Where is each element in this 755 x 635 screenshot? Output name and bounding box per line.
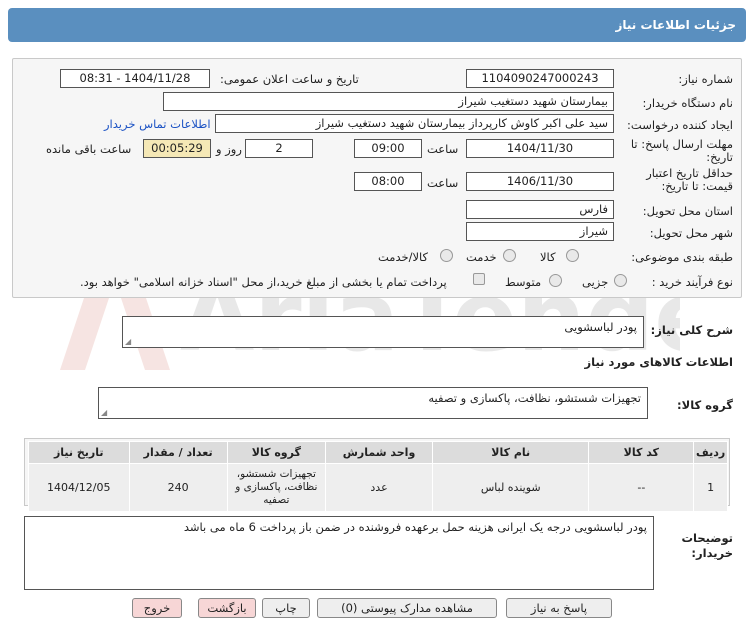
days-and-label: روز و: [216, 142, 242, 156]
cell-unit: عدد: [324, 463, 434, 512]
creator-label: ایجاد کننده درخواست:: [627, 118, 733, 132]
remaining-time-field: 00:05:29: [143, 139, 211, 158]
goods-group-label: گروه کالا:: [677, 398, 733, 412]
remaining-time-label: ساعت باقی مانده: [46, 142, 132, 156]
province-field: فارس: [466, 200, 614, 219]
province-label: استان محل تحویل:: [642, 204, 733, 218]
category-option-goods: کالا: [540, 250, 556, 264]
category-label: طبقه بندی موضوعی:: [631, 250, 733, 264]
buyer-notes-label: توضیحات خریدار:: [681, 531, 734, 560]
category-radio-service[interactable]: [503, 249, 516, 262]
cell-row: 1: [693, 463, 728, 512]
summary-field: پودر لباسشویی ◢: [122, 316, 644, 348]
category-option-service: خدمت: [466, 250, 497, 264]
reply-days-field: 2: [245, 139, 313, 158]
announce-field: 1404/11/28 - 08:31: [60, 69, 210, 88]
category-radio-goods[interactable]: [566, 249, 579, 262]
treasury-payment-checkbox[interactable]: [473, 273, 485, 285]
process-radio-medium[interactable]: [549, 274, 562, 287]
table-row: 1 -- شوینده لباس عدد تجهیزات شستشو، نظاف…: [28, 463, 728, 512]
reply-deadline-label: مهلت ارسال پاسخ: تا تاریخ:: [630, 137, 733, 164]
process-option-medium: متوسط: [505, 275, 542, 289]
goods-group-field: تجهیزات شستشو، نظافت، پاکسازی و تصفیه ◢: [98, 387, 648, 419]
reply-button[interactable]: پاسخ به نیاز: [506, 598, 612, 618]
price-time-field: 08:00: [354, 172, 422, 191]
city-field: شیراز: [466, 222, 614, 241]
reply-time-field: 09:00: [354, 139, 422, 158]
category-radio-goods-service[interactable]: [440, 249, 453, 262]
announce-label: تاریخ و ساعت اعلان عمومی:: [220, 72, 359, 86]
cell-name: شوینده لباس: [432, 463, 590, 512]
col-header-code: کد کالا: [588, 441, 695, 464]
page-title-bar: جزئیات اطلاعات نیاز: [8, 8, 746, 42]
city-label: شهر محل تحویل:: [649, 226, 733, 240]
col-header-name: نام کالا: [432, 441, 590, 464]
goods-group-text: تجهیزات شستشو، نظافت، پاکسازی و تصفیه: [428, 391, 641, 405]
back-button[interactable]: بازگشت: [198, 598, 256, 618]
reply-date-field: 1404/11/30: [466, 139, 614, 158]
buyer-contact-link[interactable]: اطلاعات تماس خریدار: [104, 117, 211, 131]
creator-field: سید علی اکبر کاوش کارپرداز بیمارستان شهی…: [215, 114, 614, 133]
reply-time-label: ساعت: [427, 142, 459, 156]
price-validity-label: حداقل تاریخ اعتبار قیمت: تا تاریخ:: [646, 166, 733, 193]
resize-grip-icon: ◢: [101, 408, 108, 417]
category-option-goods-service: کالا/خدمت: [378, 250, 429, 264]
process-radio-minor[interactable]: [614, 274, 627, 287]
cell-date: 1404/12/05: [28, 463, 130, 512]
attachments-button[interactable]: مشاهده مدارک پیوستی (0): [317, 598, 497, 618]
cell-code: --: [588, 463, 695, 512]
buyer-notes-field: پودر لباسشویی درجه یک ایرانی هزینه حمل ب…: [24, 516, 654, 590]
goods-table: ردیف کد کالا نام کالا واحد شمارش گروه کا…: [28, 441, 728, 512]
cell-group: تجهیزات شستشو، نظافت، پاکسازی و تصفیه: [226, 463, 326, 512]
process-label: نوع فرآیند خرید :: [651, 275, 733, 289]
buyer-org-label: نام دستگاه خریدار:: [642, 96, 733, 110]
page-title: جزئیات اطلاعات نیاز: [615, 18, 736, 32]
process-option-minor: جزیی: [582, 275, 609, 289]
print-button[interactable]: چاپ: [262, 598, 310, 618]
col-header-date: تاریخ نیاز: [28, 441, 130, 464]
col-header-row: ردیف: [693, 441, 728, 464]
price-time-label: ساعت: [427, 176, 459, 190]
buyer-org-field: بیمارستان شهید دستغیب شیراز: [163, 92, 614, 111]
buyer-notes-text: پودر لباسشویی درجه یک ایرانی هزینه حمل ب…: [183, 520, 647, 534]
need-number-field: 1104090247000243: [466, 69, 614, 88]
summary-label: شرح کلی نیاز:: [650, 323, 733, 337]
price-date-field: 1406/11/30: [466, 172, 614, 191]
col-header-unit: واحد شمارش: [324, 441, 434, 464]
need-number-label: شماره نیاز:: [678, 72, 733, 86]
col-header-qty: تعداد / مقدار: [128, 441, 228, 464]
goods-info-title: اطلاعات کالاهای مورد نیاز: [584, 355, 733, 369]
payment-note: پرداخت تمام یا بخشی از مبلغ خرید،از محل …: [80, 275, 447, 289]
summary-text: پودر لباسشویی: [564, 320, 637, 334]
col-header-group: گروه کالا: [226, 441, 326, 464]
resize-grip-icon: ◢: [125, 337, 132, 346]
cell-qty: 240: [128, 463, 228, 512]
exit-button[interactable]: خروج: [132, 598, 182, 618]
